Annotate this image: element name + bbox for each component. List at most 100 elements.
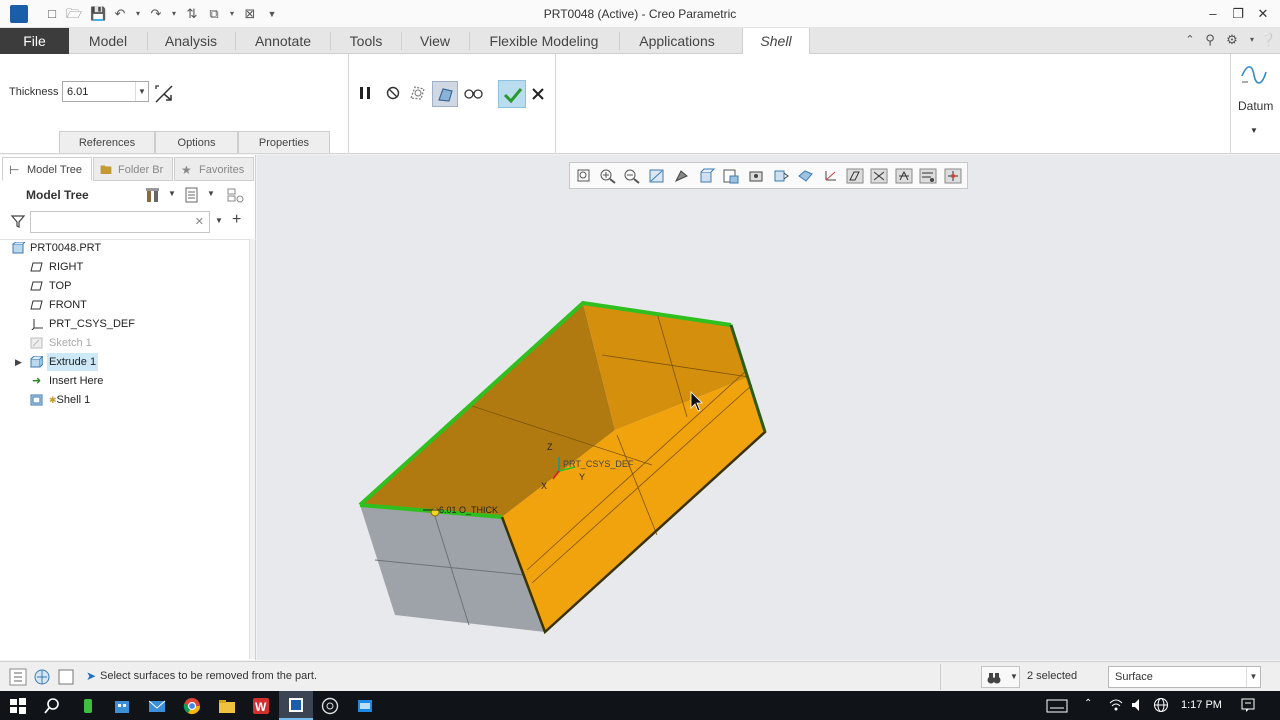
thickness-drag-handle[interactable] bbox=[430, 507, 440, 517]
repaint-icon[interactable] bbox=[648, 168, 666, 184]
clock-time[interactable]: 1:17 PM bbox=[1181, 699, 1222, 711]
find-dropdown-icon[interactable]: ▼ bbox=[1010, 672, 1018, 681]
store-icon[interactable] bbox=[113, 697, 131, 715]
plane-display-icon[interactable] bbox=[846, 168, 864, 184]
csys-toggle-icon[interactable] bbox=[944, 168, 962, 184]
close-button[interactable]: ✕ bbox=[1252, 4, 1274, 24]
tab-annotate[interactable]: Annotate bbox=[236, 28, 330, 54]
geometry-preview-icon[interactable] bbox=[408, 83, 428, 103]
no-preview-icon[interactable] bbox=[385, 85, 401, 101]
file-explorer-icon[interactable] bbox=[218, 697, 236, 715]
app-window-icon[interactable] bbox=[356, 697, 374, 715]
spin-center-icon[interactable] bbox=[772, 168, 790, 184]
language-globe-icon[interactable] bbox=[1153, 697, 1169, 713]
wifi-icon[interactable] bbox=[1108, 697, 1124, 713]
datum-label[interactable]: Datum bbox=[1238, 99, 1273, 113]
tree-item-insert-here[interactable]: ➜ Insert Here bbox=[0, 372, 250, 390]
display-mode-icon[interactable] bbox=[797, 168, 815, 184]
show-dropdown-icon[interactable]: ▼ bbox=[207, 189, 215, 198]
tree-item-extrude[interactable]: ▶ Extrude 1 bbox=[0, 353, 250, 371]
toggle-browser-icon[interactable] bbox=[33, 668, 51, 686]
selection-filter-dropdown[interactable]: Surface ▼ bbox=[1108, 666, 1261, 688]
chrome-icon[interactable] bbox=[183, 697, 201, 715]
creo-taskbar-button[interactable] bbox=[279, 691, 313, 720]
tree-item-top[interactable]: TOP bbox=[0, 277, 250, 295]
volume-icon[interactable] bbox=[1130, 697, 1146, 713]
tree-scrollbar[interactable] bbox=[249, 239, 255, 659]
clear-search-icon[interactable]: ✕ bbox=[195, 215, 204, 228]
add-filter-icon[interactable]: + bbox=[232, 211, 241, 229]
minimize-ribbon-icon[interactable]: ⌃ bbox=[1182, 32, 1198, 48]
show-hidden-icons[interactable]: ⌃ bbox=[1084, 698, 1092, 709]
csys-display-icon[interactable] bbox=[821, 168, 839, 184]
tree-item-shell[interactable]: ✱Shell 1 bbox=[0, 391, 250, 409]
tab-favorites[interactable]: ★ Favorites bbox=[174, 157, 254, 181]
column-display-icon[interactable] bbox=[226, 187, 246, 205]
minimize-button[interactable]: – bbox=[1202, 4, 1224, 24]
find-button[interactable]: ▼ bbox=[981, 666, 1020, 688]
tree-item-right[interactable]: RIGHT bbox=[0, 258, 250, 276]
community-icon[interactable]: ⚙ bbox=[1224, 32, 1240, 48]
pause-icon[interactable] bbox=[357, 85, 373, 101]
subtab-options[interactable]: Options bbox=[155, 131, 238, 153]
tree-item-sketch[interactable]: Sketch 1 bbox=[0, 334, 250, 352]
tab-shell[interactable]: Shell bbox=[742, 28, 810, 54]
thickness-dropdown-icon[interactable]: ▼ bbox=[135, 82, 148, 101]
tab-flexible-modeling[interactable]: Flexible Modeling bbox=[470, 28, 618, 54]
obs-icon[interactable] bbox=[321, 697, 339, 715]
thickness-dimension-label[interactable]: 6.01 O_THICK bbox=[439, 505, 498, 515]
tree-item-front[interactable]: FRONT bbox=[0, 296, 250, 314]
tab-applications[interactable]: Applications bbox=[620, 28, 734, 54]
flip-direction-icon[interactable] bbox=[153, 83, 175, 105]
tab-tools[interactable]: Tools bbox=[331, 28, 401, 54]
filter-dropdown-icon[interactable]: ▼ bbox=[1246, 667, 1260, 687]
tab-view[interactable]: View bbox=[402, 28, 468, 54]
tab-model[interactable]: Model bbox=[69, 28, 147, 54]
graphics-window[interactable]: Z Y X PRT_CSYS_DEF 6.01 O_THICK bbox=[257, 155, 1280, 660]
help-icon[interactable]: ❔ bbox=[1260, 32, 1276, 48]
perspective-view-icon[interactable] bbox=[747, 168, 765, 184]
axis-display-icon[interactable] bbox=[870, 168, 888, 184]
filter-icon[interactable] bbox=[10, 213, 26, 229]
expand-arrow-icon[interactable]: ▶ bbox=[15, 353, 22, 371]
toggle-navigator-icon[interactable] bbox=[9, 668, 27, 686]
refit-icon[interactable] bbox=[575, 168, 593, 184]
point-display-icon[interactable] bbox=[895, 168, 913, 184]
model-view[interactable]: Z Y X PRT_CSYS_DEF 6.01 O_THICK bbox=[257, 155, 1280, 660]
settings-dropdown-icon[interactable]: ▼ bbox=[168, 189, 176, 198]
mail-icon[interactable] bbox=[148, 697, 166, 715]
restore-button[interactable]: ❐ bbox=[1227, 4, 1249, 24]
notifications-icon[interactable] bbox=[1240, 697, 1256, 713]
full-screen-icon[interactable] bbox=[57, 668, 75, 686]
saved-orientations-icon[interactable] bbox=[698, 168, 716, 184]
search-icon[interactable]: ⚲ bbox=[1202, 32, 1218, 48]
datum-icon[interactable] bbox=[1240, 62, 1268, 88]
feature-preview-button[interactable] bbox=[432, 81, 458, 107]
cancel-icon[interactable] bbox=[531, 87, 545, 101]
thickness-combobox[interactable]: 6.01 ▼ bbox=[62, 81, 149, 102]
tab-model-tree[interactable]: ⊢ Model Tree bbox=[2, 157, 92, 181]
subtab-references[interactable]: References bbox=[59, 131, 155, 153]
tab-file[interactable]: File bbox=[0, 28, 69, 54]
model-tree-search-input[interactable]: ✕ bbox=[30, 211, 210, 233]
community-dropdown-icon[interactable]: ▾ bbox=[1244, 32, 1260, 48]
search-dropdown-icon[interactable]: ▼ bbox=[215, 216, 223, 225]
green-app-icon[interactable] bbox=[79, 697, 97, 715]
tree-item-csys[interactable]: PRT_CSYS_DEF bbox=[0, 315, 250, 333]
ok-button[interactable] bbox=[498, 80, 526, 108]
display-style-icon[interactable] bbox=[673, 168, 691, 184]
verify-icon[interactable] bbox=[463, 83, 483, 103]
subtab-properties[interactable]: Properties bbox=[238, 131, 330, 153]
tab-analysis[interactable]: Analysis bbox=[148, 28, 234, 54]
tab-folder-browser[interactable]: 🖿 Folder Br bbox=[93, 157, 173, 181]
keyboard-icon[interactable] bbox=[1046, 698, 1068, 714]
annotation-display-icon[interactable] bbox=[919, 168, 937, 184]
settings-tools-icon[interactable] bbox=[144, 186, 162, 204]
wps-writer-icon[interactable]: W bbox=[252, 697, 270, 715]
view-manager-icon[interactable] bbox=[722, 168, 740, 184]
windows-start-icon[interactable] bbox=[9, 697, 27, 715]
zoom-out-icon[interactable] bbox=[623, 168, 641, 184]
tree-item-root[interactable]: PRT0048.PRT bbox=[0, 239, 250, 257]
datum-dropdown-icon[interactable]: ▼ bbox=[1250, 126, 1258, 135]
search-field[interactable] bbox=[34, 213, 194, 231]
